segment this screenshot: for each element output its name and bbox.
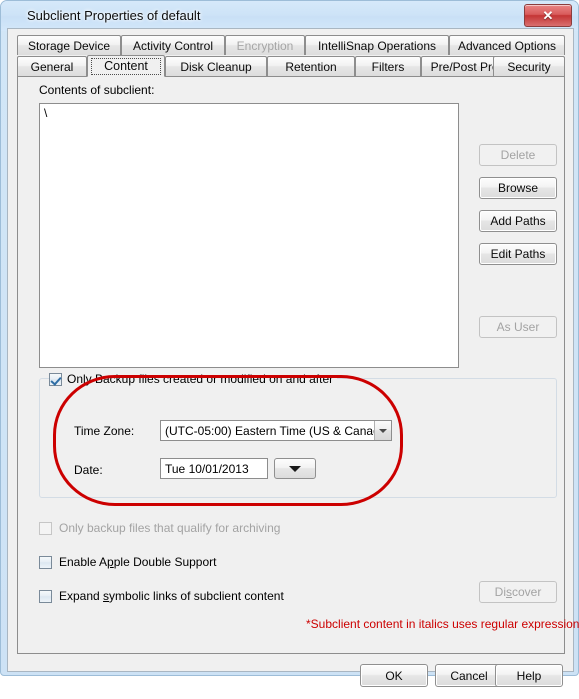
archiving-qualify-option: Only backup files that qualify for archi… bbox=[39, 521, 280, 535]
date-field[interactable]: Tue 10/01/2013 bbox=[160, 458, 268, 479]
edit-paths-button[interactable]: Edit Paths bbox=[479, 243, 557, 265]
tab-label: Filters bbox=[371, 59, 405, 74]
dialog-client-area: Storage Device Activity Control Encrypti… bbox=[7, 28, 579, 687]
browse-button[interactable]: Browse bbox=[479, 177, 557, 199]
tab-label: IntelliSnap Operations bbox=[317, 38, 437, 53]
tab-label: Encryption bbox=[236, 38, 294, 53]
option-label: Only backup files that qualify for archi… bbox=[59, 521, 281, 535]
apple-double-support-checkbox[interactable] bbox=[39, 555, 52, 569]
tab-encryption: Encryption bbox=[225, 35, 305, 55]
chevron-down-icon bbox=[289, 465, 301, 472]
close-button[interactable]: ✕ bbox=[524, 4, 572, 27]
tab-page-content: Contents of subclient: \ Delete Browse A… bbox=[17, 76, 579, 654]
only-backup-after-date-label: Only Backup files created or modified on… bbox=[67, 372, 334, 386]
tab-content[interactable]: Content bbox=[87, 55, 165, 77]
contents-label: Contents of subclient: bbox=[39, 83, 155, 97]
dialog-footer: OK Cancel Help bbox=[8, 655, 573, 699]
backup-filter-group-legend: Only Backup files created or modified on… bbox=[49, 371, 338, 387]
tab-row-lower: General Content Disk Cleanup Retention F… bbox=[17, 55, 565, 77]
tab-label: General bbox=[30, 59, 74, 74]
tab-activity-control[interactable]: Activity Control bbox=[121, 35, 225, 55]
archiving-qualify-checkbox bbox=[39, 521, 52, 535]
title-bar[interactable]: Subclient Properties of default ✕ bbox=[1, 1, 578, 31]
tab-intellisnap-operations[interactable]: IntelliSnap Operations bbox=[305, 35, 449, 55]
tab-focus-outline bbox=[91, 58, 161, 75]
tab-advanced-options[interactable]: Advanced Options bbox=[449, 35, 565, 55]
button-label: As User bbox=[496, 320, 540, 334]
regex-note: *Subclient content in italics uses regul… bbox=[306, 617, 579, 631]
subclient-content-list[interactable]: \ bbox=[39, 103, 459, 368]
tab-label: Security bbox=[507, 59, 551, 74]
tab-retention[interactable]: Retention bbox=[267, 56, 355, 76]
timezone-combobox[interactable]: (UTC-05:00) Eastern Time (US & Canada) bbox=[160, 420, 392, 441]
tab-general[interactable]: General bbox=[17, 56, 87, 76]
tab-label: Retention bbox=[285, 59, 337, 74]
tab-security[interactable]: Security bbox=[493, 56, 565, 76]
tab-disk-cleanup[interactable]: Disk Cleanup bbox=[165, 56, 267, 76]
timezone-value: (UTC-05:00) Eastern Time (US & Canada) bbox=[165, 423, 374, 438]
button-label: Browse bbox=[497, 181, 538, 195]
timezone-label: Time Zone: bbox=[74, 424, 135, 438]
expand-symbolic-links-checkbox[interactable] bbox=[39, 589, 52, 603]
apple-double-support-option[interactable]: Enable Apple Double Support bbox=[39, 555, 216, 569]
option-label: Enable Apple Double Support bbox=[59, 555, 217, 569]
expand-symbolic-links-option[interactable]: Expand symbolic links of subclient conte… bbox=[39, 589, 284, 603]
tab-row-upper: Storage Device Activity Control Encrypti… bbox=[17, 35, 565, 56]
button-label: Discover bbox=[494, 585, 542, 599]
date-label: Date: bbox=[74, 463, 103, 477]
tab-strip: Storage Device Activity Control Encrypti… bbox=[17, 35, 565, 77]
button-label: Delete bbox=[500, 148, 536, 162]
add-paths-button[interactable]: Add Paths bbox=[479, 210, 557, 232]
tab-label: Advanced Options bbox=[457, 38, 557, 53]
as-user-button: As User bbox=[479, 316, 557, 338]
chevron-down-icon[interactable] bbox=[374, 421, 391, 440]
list-item[interactable]: \ bbox=[40, 104, 458, 120]
button-label: Edit Paths bbox=[490, 247, 546, 261]
tab-label: Disk Cleanup bbox=[180, 59, 252, 74]
date-picker-button[interactable] bbox=[274, 458, 316, 479]
button-label: Add Paths bbox=[490, 214, 546, 228]
discover-button: Discover bbox=[479, 581, 557, 603]
tab-label: Storage Device bbox=[27, 38, 111, 53]
delete-button: Delete bbox=[479, 144, 557, 166]
tab-storage-device[interactable]: Storage Device bbox=[17, 35, 121, 55]
close-icon: ✕ bbox=[542, 7, 554, 23]
only-backup-after-date-checkbox[interactable] bbox=[49, 372, 62, 386]
dialog-window: Subclient Properties of default ✕ Storag… bbox=[0, 0, 579, 687]
triangle-glyph bbox=[379, 428, 387, 433]
tab-filters[interactable]: Filters bbox=[355, 56, 421, 76]
backup-filter-group: Only Backup files created or modified on… bbox=[39, 371, 557, 498]
tab-label: Activity Control bbox=[132, 38, 214, 53]
option-label: Expand symbolic links of subclient conte… bbox=[59, 589, 284, 603]
window-title: Subclient Properties of default bbox=[27, 8, 201, 23]
